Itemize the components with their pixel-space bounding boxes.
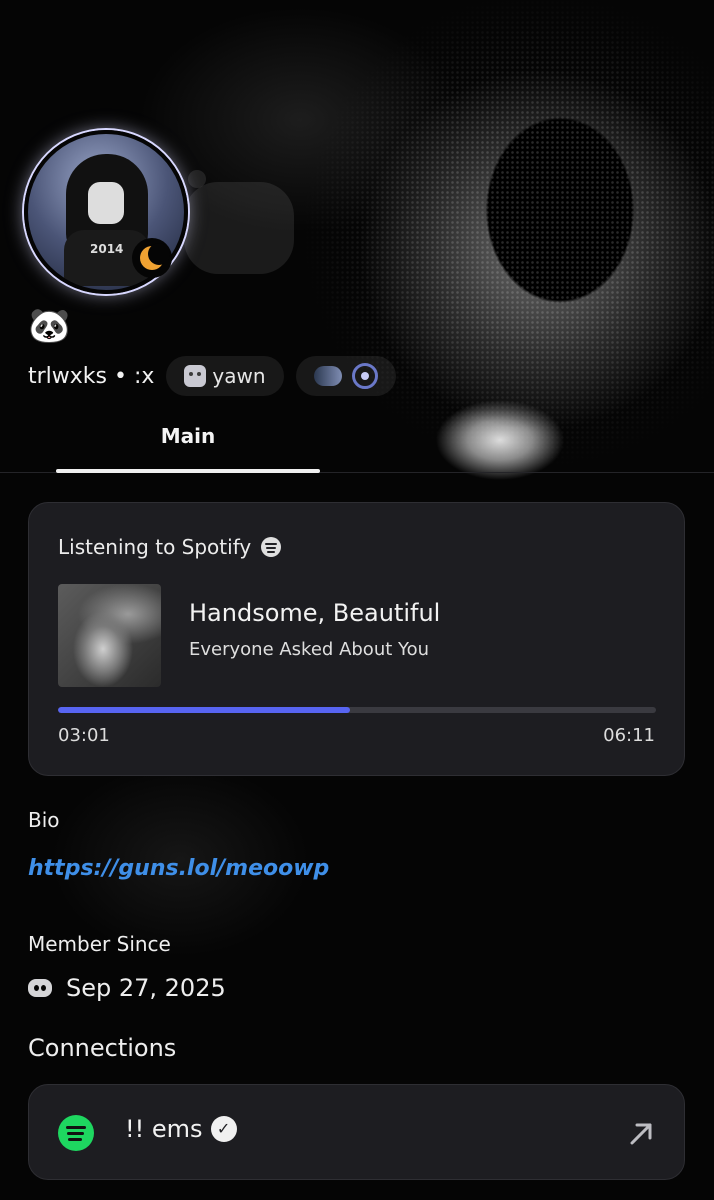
spotify-icon	[261, 537, 282, 557]
username-text: trlwxks	[28, 363, 107, 389]
member-since-label: Member Since	[28, 932, 171, 956]
spotify-activity-card[interactable]: Listening to Spotify Handsome, Beautiful…	[28, 502, 685, 776]
pronouns: :x	[133, 363, 155, 389]
bio-link[interactable]: https://guns.lol/meoowp	[28, 856, 329, 881]
moon-icon	[140, 243, 170, 270]
display-name-emoji: 🐼	[28, 306, 71, 346]
elapsed-time: 03:01	[58, 725, 110, 746]
discord-icon	[28, 979, 52, 997]
track-artist[interactable]: Everyone Asked About You	[189, 639, 429, 660]
track-duration: 06:11	[603, 725, 655, 746]
connection-name: !! ems	[125, 1115, 203, 1143]
server-tag-label: yawn	[212, 364, 266, 388]
laurel-badge-icon[interactable]	[351, 363, 378, 389]
speed-badge-icon[interactable]	[313, 366, 342, 386]
avatar-shirt-text: 2014	[90, 242, 124, 256]
connections-heading: Connections	[28, 1034, 177, 1062]
activity-heading: Listening to Spotify	[58, 535, 282, 559]
server-tag-pill[interactable]: yawn	[166, 356, 284, 396]
spotify-logo-icon	[58, 1115, 94, 1151]
status-indicator	[132, 238, 172, 278]
external-link-icon[interactable]	[624, 1115, 660, 1151]
cat-icon	[184, 365, 207, 387]
separator: •	[114, 363, 127, 389]
album-art[interactable]	[58, 584, 161, 687]
banner-halftone	[160, 0, 714, 560]
track-title[interactable]: Handsome, Beautiful	[189, 599, 440, 627]
badges-pill[interactable]	[295, 356, 396, 396]
member-since-row: Sep 27, 2025	[28, 974, 226, 1002]
tab-main[interactable]: Main	[56, 400, 320, 472]
bio-label: Bio	[28, 808, 60, 832]
playback-progress-fill	[58, 707, 350, 713]
avatar-face	[88, 182, 124, 224]
playback-progress-bar	[58, 707, 656, 713]
tab-active-indicator	[56, 469, 320, 473]
activity-heading-text: Listening to Spotify	[58, 535, 252, 559]
verified-icon: ✓	[210, 1116, 237, 1142]
member-since-date: Sep 27, 2025	[66, 974, 226, 1002]
connection-account: !! ems ✓	[125, 1115, 237, 1143]
profile-tabs: Main	[0, 400, 714, 473]
username-row: trlwxks • :x yawn	[28, 356, 396, 396]
custom-status-bubble[interactable]	[184, 182, 294, 274]
connection-item-spotify[interactable]: !! ems ✓	[28, 1084, 685, 1180]
username[interactable]: trlwxks • :x	[28, 364, 154, 389]
